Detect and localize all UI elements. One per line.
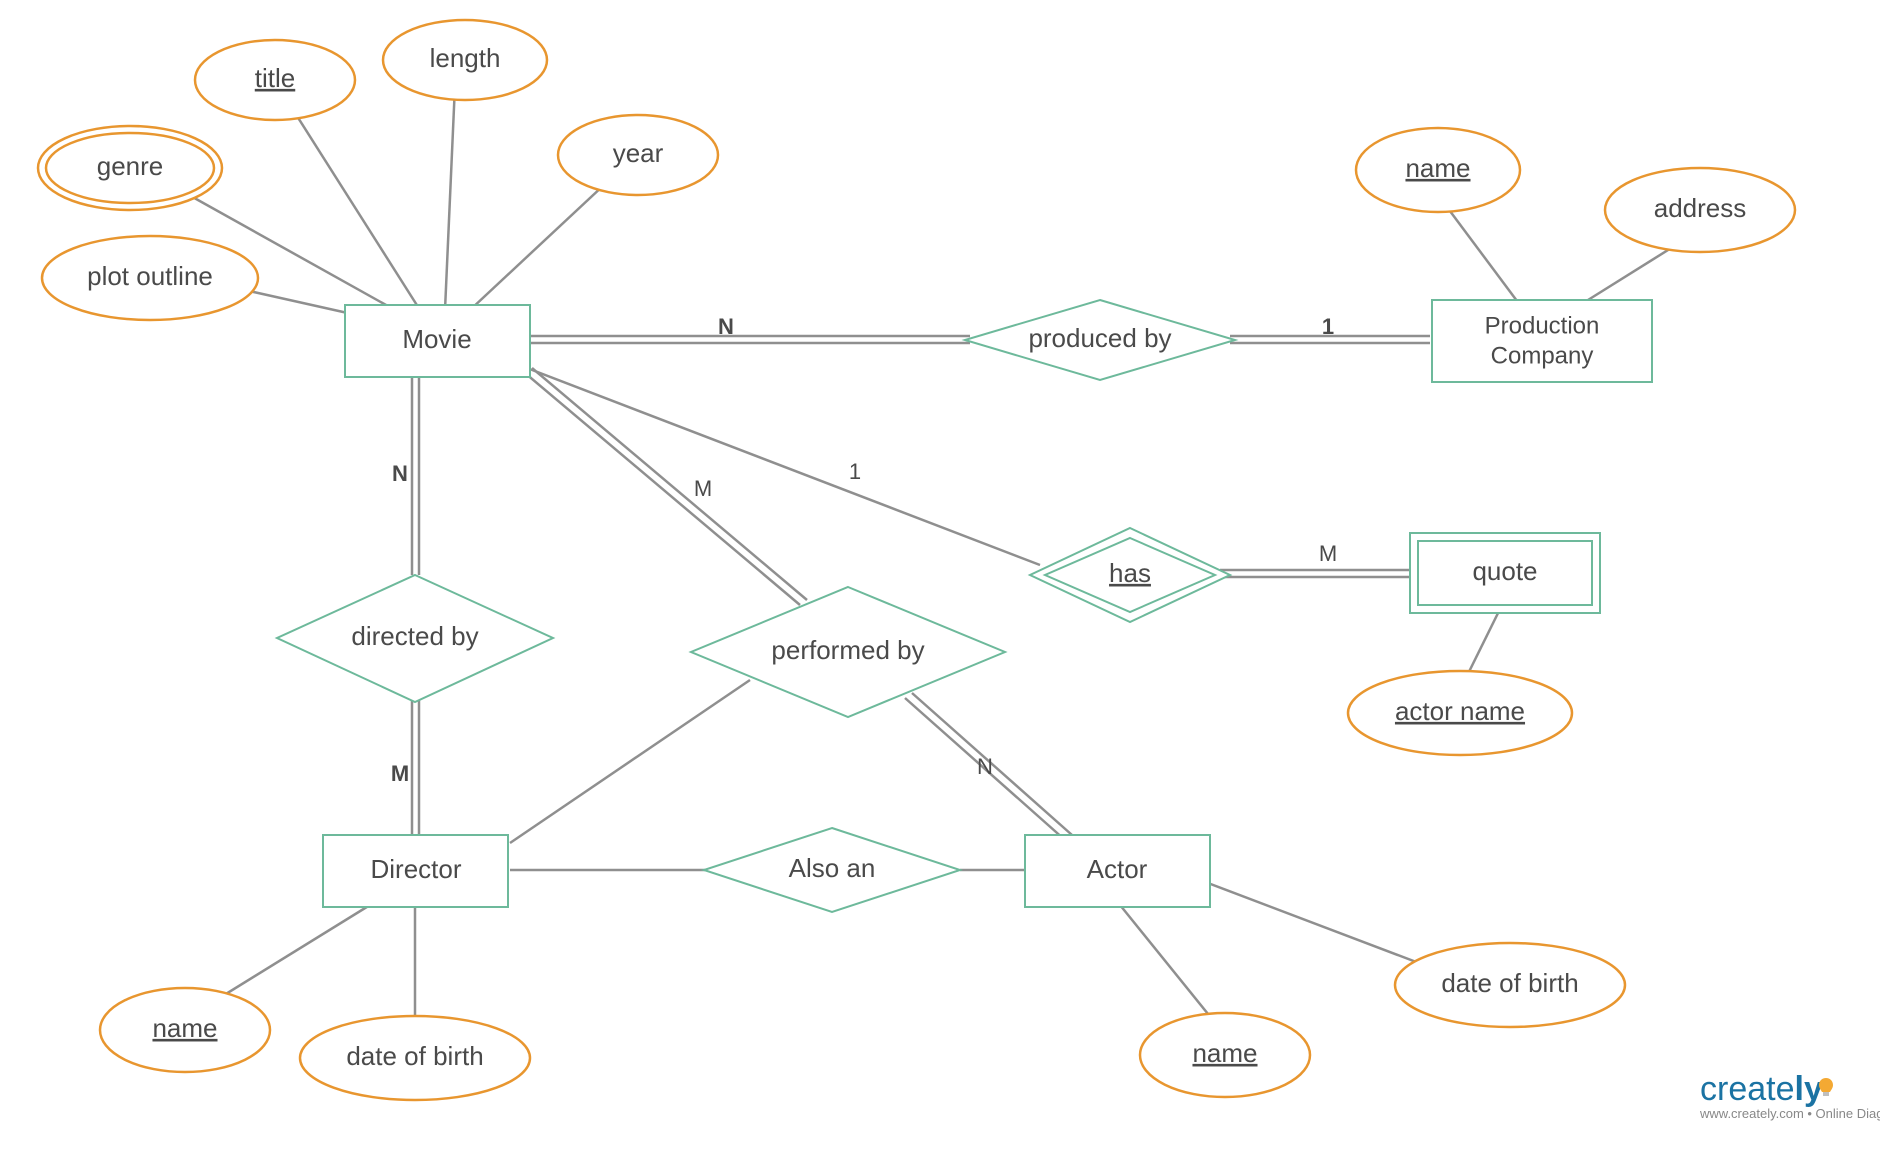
svg-text:Actor: Actor — [1087, 854, 1148, 884]
rel-has: has — [1030, 528, 1230, 622]
attr-pc-name: name — [1356, 128, 1520, 212]
svg-text:Production: Production — [1485, 312, 1600, 339]
svg-text:date of birth: date of birth — [1441, 968, 1578, 998]
svg-text:www.creately.com • Online Diag: www.creately.com • Online Diagramming — [1699, 1106, 1880, 1121]
svg-text:name: name — [1192, 1038, 1257, 1068]
svg-text:name: name — [152, 1013, 217, 1043]
svg-text:directed by: directed by — [351, 621, 478, 651]
svg-text:creately: creately — [1700, 1070, 1823, 1108]
svg-text:Company: Company — [1491, 342, 1594, 369]
svg-text:produced by: produced by — [1028, 323, 1171, 353]
svg-text:date of birth: date of birth — [346, 1041, 483, 1071]
svg-text:1: 1 — [849, 459, 861, 484]
attr-quote-actor-name: actor name — [1348, 671, 1572, 755]
er-diagram-canvas: genre title length year plot outline nam… — [0, 0, 1880, 1150]
attr-genre: genre — [38, 126, 222, 210]
svg-text:Movie: Movie — [402, 324, 471, 354]
rel-also-an: Also an — [704, 828, 960, 912]
entity-movie: Movie — [345, 305, 530, 377]
rel-directed-by: directed by — [277, 575, 553, 702]
svg-text:length: length — [430, 43, 501, 73]
svg-text:plot outline: plot outline — [87, 261, 213, 291]
svg-text:actor name: actor name — [1395, 696, 1525, 726]
rel-has-links — [527, 368, 1415, 577]
svg-text:address: address — [1654, 193, 1747, 223]
director-performed-link — [510, 680, 750, 843]
cardinalities: N 1 N M M N 1 M — [391, 314, 1337, 786]
svg-text:Director: Director — [370, 854, 461, 884]
svg-text:M: M — [694, 476, 712, 501]
attr-length: length — [383, 20, 547, 100]
svg-text:Also an: Also an — [789, 853, 876, 883]
svg-text:N: N — [718, 314, 734, 339]
attr-actor-name: name — [1140, 1013, 1310, 1097]
entity-quote: quote — [1410, 533, 1600, 613]
attr-year: year — [558, 115, 718, 195]
attr-director-dob: date of birth — [300, 1016, 530, 1100]
svg-text:quote: quote — [1472, 556, 1537, 586]
attr-pc-address: address — [1605, 168, 1795, 252]
rel-produced-by: produced by — [965, 300, 1235, 380]
svg-text:has: has — [1109, 558, 1151, 588]
svg-text:year: year — [613, 138, 664, 168]
entity-actor: Actor — [1025, 835, 1210, 907]
svg-text:name: name — [1405, 153, 1470, 183]
entity-director: Director — [323, 835, 508, 907]
rel-performed-by: performed by — [691, 587, 1005, 717]
svg-text:title: title — [255, 63, 295, 93]
attr-director-name: name — [100, 988, 270, 1072]
attr-title: title — [195, 40, 355, 120]
attr-actor-dob: date of birth — [1395, 943, 1625, 1027]
svg-text:1: 1 — [1322, 314, 1334, 339]
entity-production-company: Production Company — [1432, 300, 1652, 382]
attr-plot-outline: plot outline — [42, 236, 258, 320]
svg-text:M: M — [1319, 541, 1337, 566]
svg-text:M: M — [391, 761, 409, 786]
svg-text:N: N — [392, 461, 408, 486]
svg-text:performed by: performed by — [771, 635, 924, 665]
creately-watermark: creately www.creately.com • Online Diagr… — [1699, 1070, 1880, 1121]
svg-text:genre: genre — [97, 151, 164, 181]
svg-text:N: N — [977, 754, 993, 779]
